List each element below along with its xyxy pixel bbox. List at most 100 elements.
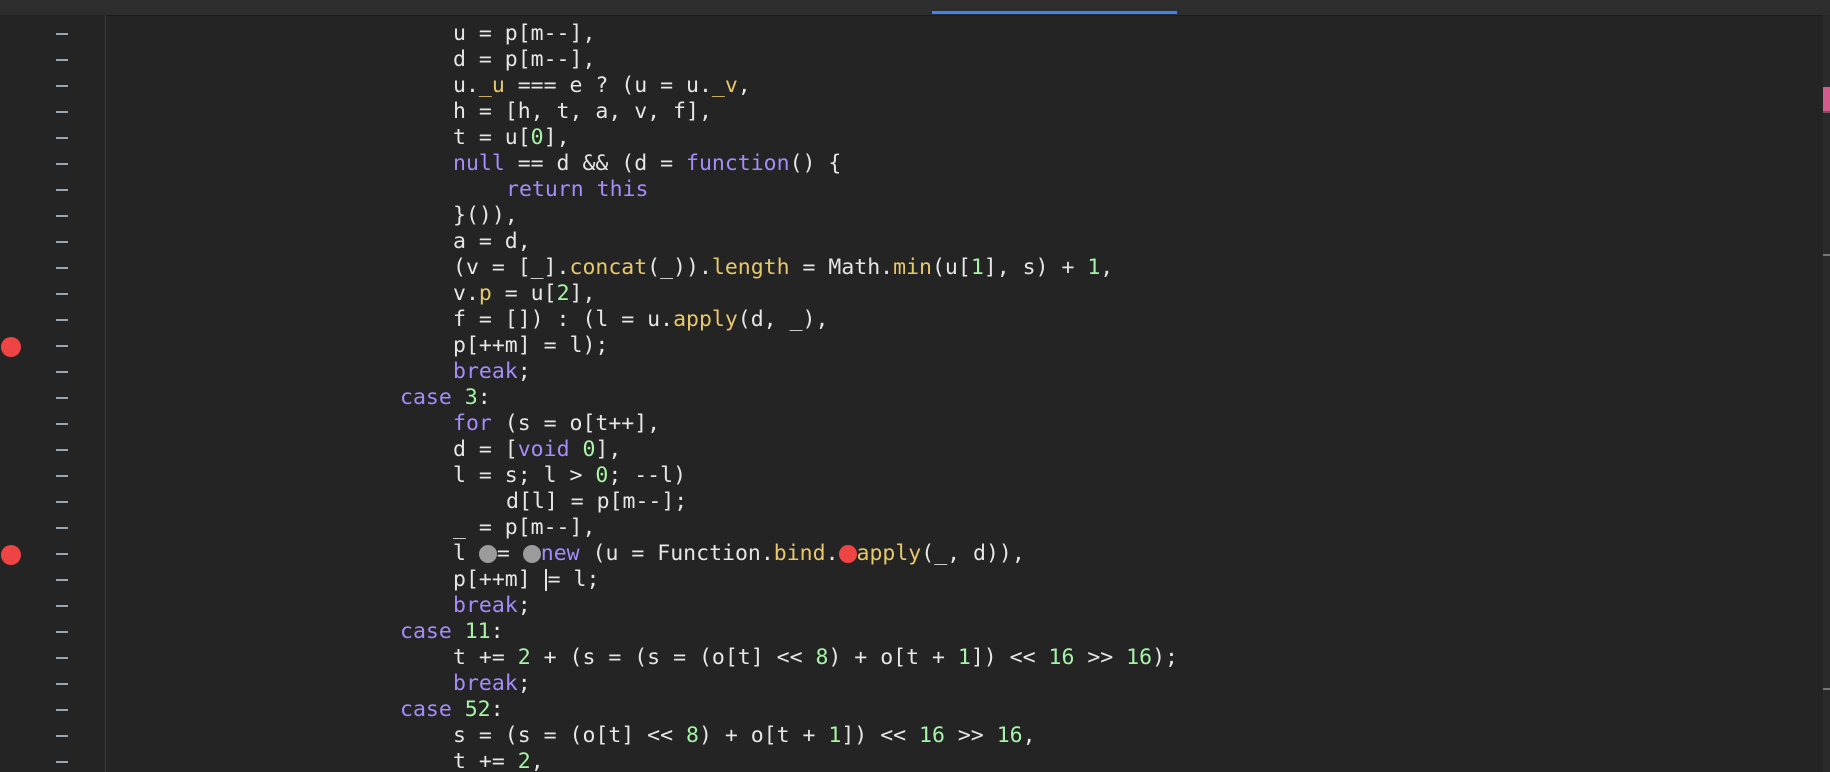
code-line[interactable]: h = [h, t, a, v, f], <box>453 99 712 125</box>
gutter-line[interactable] <box>0 47 105 73</box>
code-line[interactable]: u = p[m--], <box>453 21 595 47</box>
active-tab-indicator <box>932 11 1177 14</box>
code-line[interactable]: null == d && (d = function() { <box>453 151 841 177</box>
gutter-line[interactable] <box>0 437 105 463</box>
line-dash-marker <box>56 709 68 711</box>
code-line[interactable]: t += 2 + (s = (s = (o[t] << 8) + o[t + 1… <box>453 645 1178 671</box>
code-token: d = [ <box>453 437 518 462</box>
code-token: ; --l) <box>608 463 687 488</box>
code-line[interactable]: }()), <box>453 203 518 229</box>
gutter-line[interactable] <box>0 177 105 203</box>
code-line[interactable]: l = new (u = Function.bind. apply(_, d)), <box>453 541 1025 567</box>
code-line[interactable]: t = u[0], <box>453 125 570 151</box>
code-token: (u[ <box>931 255 971 280</box>
line-dash-marker <box>56 85 68 87</box>
gutter-line[interactable] <box>0 281 105 307</box>
code-line[interactable]: for (s = o[t++], <box>453 411 660 437</box>
code-line[interactable]: return this <box>506 177 648 203</box>
code-line[interactable]: t += 2, <box>453 749 544 772</box>
gutter-line[interactable] <box>0 463 105 489</box>
code-token: 2 <box>556 281 570 306</box>
gutter-line[interactable] <box>0 385 105 411</box>
vertical-scrollbar[interactable] <box>1823 15 1830 772</box>
gutter-line[interactable] <box>0 203 105 229</box>
code-line[interactable]: u._u === e ? (u = u._v, <box>453 73 751 99</box>
code-line[interactable]: d = [void 0], <box>453 437 621 463</box>
gutter-line[interactable] <box>0 645 105 671</box>
gutter-line[interactable] <box>0 73 105 99</box>
code-token: 8 <box>686 723 699 748</box>
code-line[interactable]: _ = p[m--], <box>453 515 595 541</box>
gutter-line[interactable] <box>0 593 105 619</box>
code-token: , <box>737 73 751 98</box>
gutter-line[interactable] <box>0 749 105 772</box>
code-token: p[++m] <box>453 567 544 592</box>
code-line[interactable]: l = s; l > 0; --l) <box>453 463 686 489</box>
gutter-line[interactable] <box>0 229 105 255</box>
code-line[interactable]: case 11: <box>400 619 504 645</box>
code-line[interactable]: a = d, <box>453 229 531 255</box>
gutter-line[interactable] <box>0 359 105 385</box>
code-line[interactable]: break; <box>453 359 531 385</box>
gutter-line[interactable] <box>0 671 105 697</box>
code-token: : <box>490 697 504 722</box>
code-token: (s = o[t++], <box>491 411 661 436</box>
code-token: ) + o[t + <box>698 723 829 748</box>
code-token: = <box>496 541 523 566</box>
inline-breakpoint-marker-icon[interactable] <box>478 545 497 563</box>
code-line[interactable]: d[l] = p[m--]; <box>506 489 687 515</box>
code-token: (u = Function. <box>579 541 774 566</box>
code-line[interactable]: (v = [_].concat(_)).length = Math.min(u[… <box>453 255 1113 281</box>
code-line[interactable]: p[++m] = l; <box>453 567 599 593</box>
gutter-line[interactable] <box>0 541 105 567</box>
code-token: void <box>517 437 570 462</box>
gutter-line[interactable] <box>0 567 105 593</box>
gutter-line[interactable] <box>0 99 105 125</box>
gutter-line[interactable] <box>0 723 105 749</box>
code-token: ; <box>517 671 531 696</box>
breakpoint-icon[interactable] <box>1 337 21 357</box>
code-token: min <box>893 255 932 280</box>
line-dash-marker <box>56 475 68 477</box>
code-line[interactable]: case 52: <box>400 697 504 723</box>
gutter-line[interactable] <box>0 333 105 359</box>
code-token: (d, _), <box>737 307 829 332</box>
code-token: break <box>453 671 518 696</box>
code-token: l <box>453 541 479 566</box>
code-line[interactable]: break; <box>453 593 531 619</box>
code-token: 0 <box>530 125 544 150</box>
gutter-line[interactable] <box>0 697 105 723</box>
line-dash-marker <box>56 683 68 685</box>
gutter-line[interactable] <box>0 151 105 177</box>
gutter-line[interactable] <box>0 21 105 47</box>
inline-breakpoint-marker-icon[interactable] <box>522 545 541 563</box>
gutter-line[interactable] <box>0 411 105 437</box>
line-dash-marker <box>56 163 68 165</box>
line-dash-marker <box>56 553 68 555</box>
code-token: v. <box>453 281 479 306</box>
code-line[interactable]: break; <box>453 671 531 697</box>
code-token: p[++m] = l); <box>453 333 609 358</box>
code-line[interactable]: v.p = u[2], <box>453 281 595 307</box>
code-line[interactable]: s = (s = (o[t] << 8) + o[t + 1]) << 16 >… <box>453 723 1036 749</box>
gutter-line[interactable] <box>0 619 105 645</box>
code-line[interactable]: p[++m] = l); <box>453 333 608 359</box>
code-editor[interactable]: u = p[m--], d = p[m--], u._u === e ? (u = … <box>106 15 1830 772</box>
code-token: case <box>400 385 452 410</box>
code-token: = Math. <box>789 255 894 280</box>
gutter-line[interactable] <box>0 125 105 151</box>
line-gutter[interactable] <box>0 15 106 772</box>
code-line[interactable]: case 3: <box>400 385 491 411</box>
gutter-line[interactable] <box>0 515 105 541</box>
line-dash-marker <box>56 33 68 35</box>
gutter-line[interactable] <box>0 489 105 515</box>
code-token: t += <box>453 749 518 772</box>
breakpoint-icon[interactable] <box>1 545 21 565</box>
inline-breakpoint-active-icon[interactable] <box>838 545 857 563</box>
gutter-line[interactable] <box>0 255 105 281</box>
line-dash-marker <box>56 345 68 347</box>
code-line[interactable]: f = []) : (l = u.apply(d, _), <box>453 307 828 333</box>
code-line[interactable]: d = p[m--], <box>453 47 595 73</box>
gutter-line[interactable] <box>0 307 105 333</box>
